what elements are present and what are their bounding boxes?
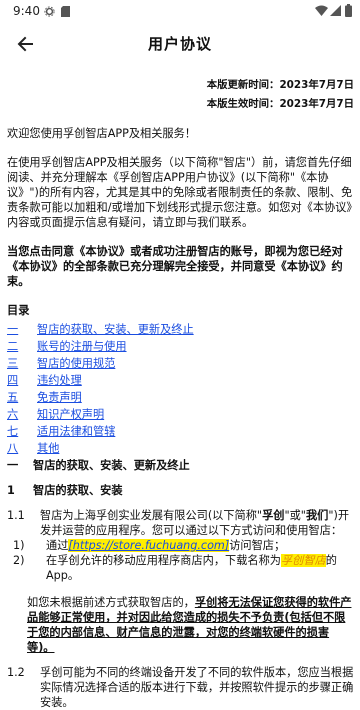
- version-meta: 本版更新时间：2023年7月7日 本版生效时间：2023年7月7日: [7, 78, 354, 111]
- agreement-content: 本版更新时间：2023年7月7日 本版生效时间：2023年7月7日 欢迎您使用孚…: [7, 78, 354, 710]
- section-heading: 一 智店的获取、安装、更新及终止: [7, 458, 354, 473]
- toc-item-label[interactable]: 智店的使用规范: [37, 355, 115, 372]
- toc-item-number: 七: [7, 425, 19, 438]
- toc-title: 目录: [7, 304, 30, 317]
- signal-icon: [330, 5, 341, 16]
- sim-card-icon: [61, 6, 70, 17]
- toc-item[interactable]: 五 免责声明: [7, 389, 354, 406]
- toc-item-label[interactable]: 智店的获取、安装、更新及终止: [37, 321, 194, 338]
- clause-text: 孚创可能为不同的终端设备开发了不同的软件版本，您应当根据实际情况选择合适的版本进…: [40, 666, 354, 709]
- toc-item-number: 五: [7, 391, 19, 404]
- list-item-number: 2): [13, 554, 25, 567]
- app-bar: 用户协议: [0, 24, 360, 64]
- updated-label: 本版更新时间：: [206, 79, 280, 91]
- toc-item-number: 二: [7, 340, 19, 353]
- list-item: 2) 在孚创允许的移动应用程序商店内，下载名称为孚创智店的App。: [7, 553, 354, 583]
- clause-number: 1.1: [7, 509, 25, 522]
- section-heading-text: 智店的获取、安装、更新及终止: [33, 459, 190, 472]
- subsection-number: 1: [7, 484, 15, 497]
- welcome-text: 欢迎您使用孚创智店APP及相关服务！: [7, 127, 196, 140]
- toc-item[interactable]: 三 智店的使用规范: [7, 355, 354, 372]
- toc-item-label[interactable]: 知识产权声明: [37, 406, 104, 423]
- intro-paragraph: 在使用孚创智店APP及相关服务（以下简称"智店"）前，请您首先仔细阅读、并充分理…: [7, 156, 353, 229]
- list-item: 1) 通过[https://store.fuchuang.com]访问智店；: [7, 538, 354, 553]
- status-time: 9:40: [13, 4, 40, 18]
- toc-item-number: 四: [7, 374, 19, 387]
- clause-number: 1.2: [7, 666, 25, 679]
- clause-text: 智店为上海孚创实业发展有限公司(以下简称"孚创"或"我们")开发并运营的应用程序…: [40, 509, 350, 537]
- toc-item[interactable]: 八 其他: [7, 440, 354, 457]
- updated-value: 2023年7月7日: [279, 79, 354, 91]
- effective-value: 2023年7月7日: [279, 98, 354, 110]
- toc-item-label[interactable]: 其他: [37, 440, 59, 457]
- effective-label: 本版生效时间：: [206, 98, 280, 110]
- app-name-highlight: 孚创智店: [280, 554, 326, 567]
- toc-item[interactable]: 七 适用法律和管辖: [7, 423, 354, 440]
- toc-item-number: 八: [7, 442, 19, 455]
- clause-1-2: 1.2 孚创可能为不同的终端设备开发了不同的软件版本，您应当根据实际情况选择合适…: [7, 665, 354, 710]
- list-item-number: 1): [13, 539, 25, 552]
- warning-paragraph: 如您未根据前述方式获取智店的，孚创将无法保证您获得的软件产品能够正常使用，并对因…: [27, 596, 352, 654]
- toc-item-number: 六: [7, 408, 19, 421]
- clause-1-1: 1.1 智店为上海孚创实业发展有限公司(以下简称"孚创"或"我们")开发并运营的…: [7, 508, 354, 538]
- settings-icon: [44, 6, 55, 17]
- toc-item-number: 一: [7, 323, 19, 336]
- toc-item[interactable]: 六 知识产权声明: [7, 406, 354, 423]
- store-link[interactable]: [https://store.fuchuang.com]: [68, 539, 230, 552]
- subsection-heading: 1 智店的获取、安装: [7, 483, 354, 498]
- toc-item[interactable]: 二 账号的注册与使用: [7, 338, 354, 355]
- toc-item-number: 三: [7, 357, 19, 370]
- toc-item[interactable]: 一 智店的获取、安装、更新及终止: [7, 321, 354, 338]
- consent-paragraph: 当您点击同意《本协议》或者成功注册智店的账号，即视为您已经对《本协议》的全部条款…: [7, 245, 343, 288]
- battery-icon: [345, 4, 352, 17]
- section-heading-number: 一: [7, 459, 19, 472]
- wifi-icon: [315, 5, 328, 16]
- subsection-title: 智店的获取、安装: [33, 484, 123, 497]
- table-of-contents: 一 智店的获取、安装、更新及终止 二 账号的注册与使用 三 智店的使用规范 四 违约处理…: [7, 321, 354, 457]
- status-bar: 9:40: [0, 0, 360, 24]
- toc-item-label[interactable]: 账号的注册与使用: [37, 338, 127, 355]
- toc-item-label[interactable]: 违约处理: [37, 372, 82, 389]
- page-title: 用户协议: [147, 35, 212, 53]
- toc-item-label[interactable]: 适用法律和管辖: [37, 423, 115, 440]
- toc-item[interactable]: 四 违约处理: [7, 372, 354, 389]
- toc-item-label[interactable]: 免责声明: [37, 389, 82, 406]
